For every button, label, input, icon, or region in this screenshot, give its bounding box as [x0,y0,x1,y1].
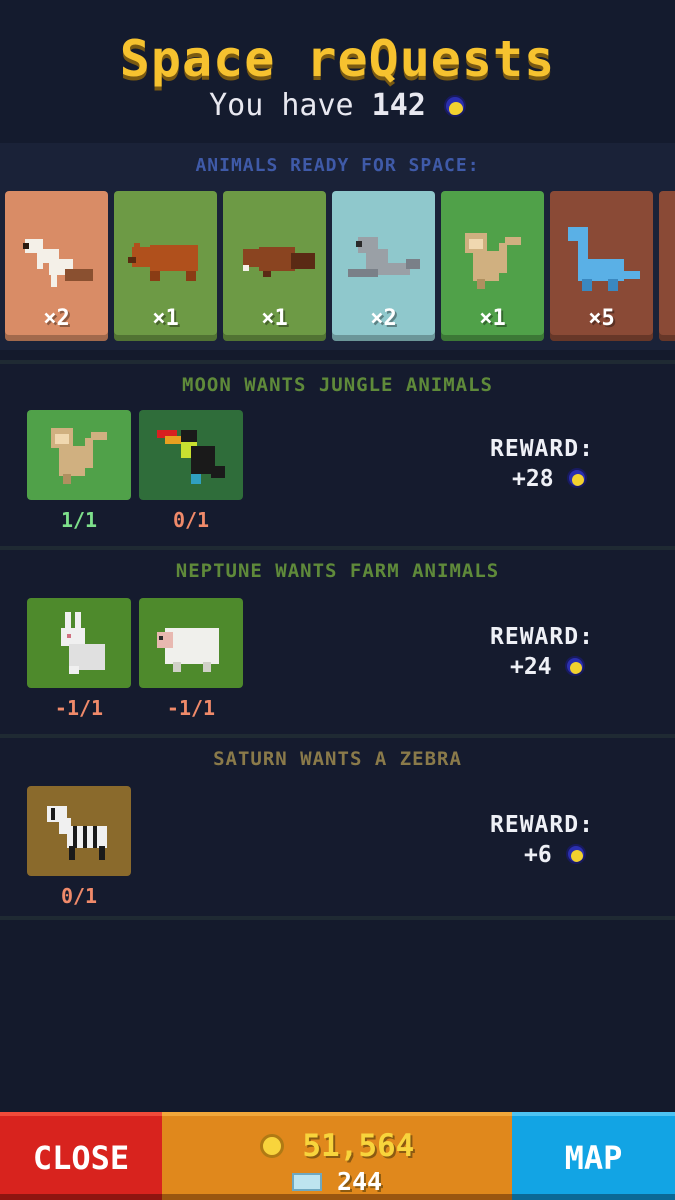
animal-card-bear[interactable]: ×1 [114,191,217,341]
weasel-icon [23,239,93,287]
gold-coin-icon [259,1134,284,1158]
animals-ready-label: ANIMALS READY FOR SPACE: [195,155,480,176]
reward-value: +24 [510,654,552,680]
request-slot-toucan[interactable] [139,410,243,500]
sheep-icon [157,628,219,672]
animal-card-count: ×1 [479,306,506,331]
reward-value-line: +24 [510,654,586,680]
request-slot-count: -1/1 [166,696,216,720]
request-slot-count: 0/1 [60,884,98,908]
zebra-icon [47,806,107,860]
request-slot-rabbit[interactable] [27,598,131,688]
request-neptune: NEPTUNE WANTS FARM ANIMALS -1/1 -1/1 REW… [0,546,675,734]
reward-value-line: +28 [512,466,588,492]
reward-value-line: +6 [524,842,586,868]
gem-value: 244 [336,1167,383,1196]
moon-balance-line: You have 142 [0,88,675,123]
monkey-icon [465,233,521,289]
monkey-icon [51,428,107,484]
beaver-icon [243,247,315,277]
animal-card-count: ×2 [370,306,397,331]
gem-icon [291,1173,322,1191]
reward-label: REWARD: [490,624,594,650]
animal-card-weasel[interactable]: ×2 [5,191,108,341]
gem-balance: 244 [162,1167,512,1196]
rabbit-icon [61,612,105,674]
reward-value: +28 [512,466,554,492]
animal-card-seal[interactable]: ×2 [332,191,435,341]
animal-card-dinosaur[interactable]: ×5 [550,191,653,341]
reward-label: REWARD: [490,812,594,838]
animal-card-count: ×1 [152,306,179,331]
page-title: Space reQuests [119,30,556,88]
animal-card-list[interactable]: ×2 ×1 ×1 ×2 ×1 ×5 [5,191,675,341]
request-slot-zebra[interactable] [27,786,131,876]
moon-coin-icon [565,656,586,676]
moon-coin-icon [567,468,588,488]
request-slot-monkey[interactable] [27,410,131,500]
animal-card-count: ×5 [588,306,615,331]
animal-card-count: ×1 [261,306,288,331]
gold-balance: 51,564 [162,1128,512,1164]
reward-label: REWARD: [490,436,594,462]
bottom-bar: CLOSE 51,564 244 MAP [0,1112,675,1200]
gold-value: 51,564 [302,1128,415,1164]
bear-icon [128,243,198,281]
currency-panel: 51,564 244 [162,1112,512,1200]
request-slot-count: 0/1 [172,508,210,532]
request-slot-count: 1/1 [60,508,98,532]
request-moon: MOON WANTS JUNGLE ANIMALS 1/1 0/1 REWARD… [0,360,675,546]
request-slot-sheep[interactable] [139,598,243,688]
animal-card-partial[interactable] [659,191,675,341]
header: Space reQuests You have 142 [0,0,675,143]
seal-icon [348,237,420,277]
animal-card-monkey[interactable]: ×1 [441,191,544,341]
request-saturn: SATURN WANTS A ZEBRA 0/1 REWARD: +6 [0,734,675,920]
animal-card-beaver[interactable]: ×1 [223,191,326,341]
moon-coin-icon [443,95,466,117]
request-title: MOON WANTS JUNGLE ANIMALS [182,374,493,396]
map-button[interactable]: MAP [512,1112,675,1200]
moon-coin-icon [565,844,586,864]
animals-ready-strip: ANIMALS READY FOR SPACE: ×2 ×1 ×1 ×2 ×1 … [0,143,675,350]
dinosaur-icon [568,227,640,291]
request-title: SATURN WANTS A ZEBRA [213,748,462,770]
moon-balance-value: 142 [371,88,426,123]
request-title: NEPTUNE WANTS FARM ANIMALS [175,560,500,582]
close-button[interactable]: CLOSE [0,1112,162,1200]
request-slot-count: -1/1 [54,696,104,720]
reward-value: +6 [524,842,552,868]
toucan-icon [157,430,225,484]
animal-card-count: ×2 [43,306,70,331]
you-have-label: You have [209,88,354,123]
